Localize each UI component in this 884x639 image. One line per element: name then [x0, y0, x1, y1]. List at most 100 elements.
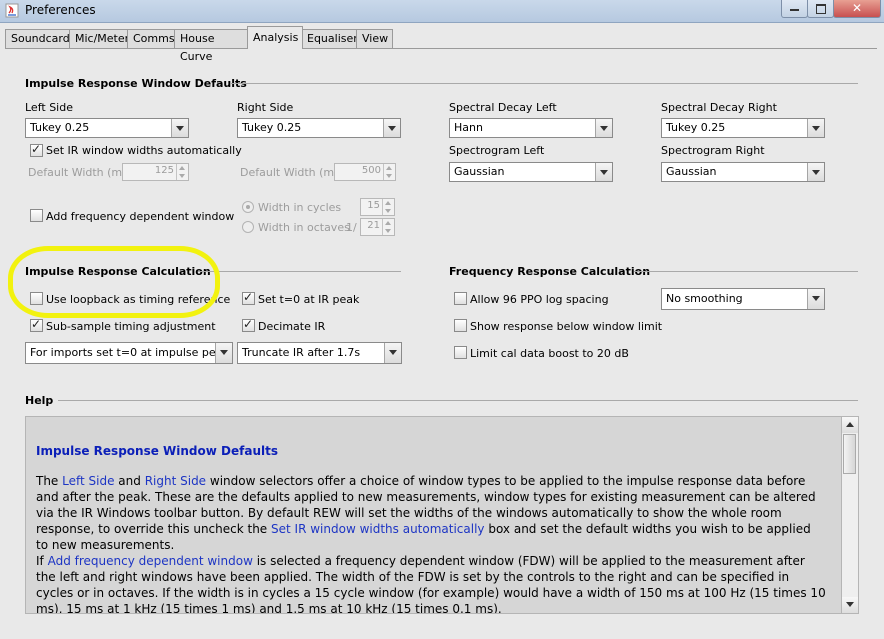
set-t0-checkbox[interactable]: [242, 290, 255, 305]
section-divider: [198, 271, 401, 272]
default-width-right-value: 500: [361, 165, 381, 176]
right-side-link[interactable]: Right Side: [145, 474, 206, 488]
smoothing-combo[interactable]: No smoothing: [661, 288, 825, 310]
tab-house-curve[interactable]: House Curve: [174, 29, 251, 63]
width-cycles-value: 15: [367, 200, 380, 211]
add-fdw-link[interactable]: Add frequency dependent window: [48, 554, 253, 568]
tab-soundcard[interactable]: Soundcard: [5, 29, 71, 48]
help-panel: Impulse Response Window Defaults The Lef…: [25, 416, 843, 614]
tab-view[interactable]: View: [356, 29, 393, 48]
spectral-decay-right-combo[interactable]: Tukey 0.25: [661, 118, 825, 138]
help-text: If: [36, 554, 48, 568]
spinner-arrows-icon: [382, 219, 394, 235]
help-text: and: [114, 474, 145, 488]
chevron-down-icon: [384, 343, 401, 363]
imports-t0-combo[interactable]: For imports set t=0 at impulse peak: [25, 342, 233, 364]
subsample-checkbox[interactable]: [30, 317, 43, 332]
help-heading: Impulse Response Window Defaults: [36, 444, 278, 458]
maximize-button[interactable]: [807, 0, 834, 18]
freq-dependent-label: Add frequency dependent window: [46, 210, 235, 223]
scroll-down-icon[interactable]: [842, 597, 858, 613]
spectral-decay-left-label: Spectral Decay Left: [449, 101, 557, 114]
help-paragraph-1: The Left Side and Right Side window sele…: [36, 473, 826, 553]
width-cycles-label: Width in cycles: [258, 201, 342, 214]
spectral-decay-right-value: Tukey 0.25: [666, 121, 726, 134]
spectral-decay-right-label: Spectral Decay Right: [661, 101, 777, 114]
chevron-down-icon: [595, 119, 612, 137]
set-ir-widths-link[interactable]: Set IR window widths automatically: [271, 522, 485, 536]
truncate-combo[interactable]: Truncate IR after 1.7s: [237, 342, 402, 364]
freq-dependent-checkbox[interactable]: [30, 209, 43, 222]
ir-window-section-title: Impulse Response Window Defaults: [25, 77, 247, 90]
help-paragraph-2: If Add frequency dependent window is sel…: [36, 553, 826, 613]
spectrogram-left-combo[interactable]: Gaussian: [449, 162, 613, 182]
width-cycles-radio[interactable]: [242, 201, 254, 213]
right-side-value: Tukey 0.25: [242, 121, 302, 134]
tab-comms[interactable]: Comms: [127, 29, 176, 48]
width-cycles-spinner[interactable]: 15: [360, 198, 395, 216]
chevron-down-icon: [807, 289, 824, 309]
java-app-icon: [5, 3, 19, 18]
chevron-down-icon: [383, 119, 400, 137]
set-auto-checkbox[interactable]: [30, 142, 43, 157]
allow96-checkbox[interactable]: [454, 292, 467, 305]
close-button[interactable]: ✕: [833, 0, 881, 18]
spectrogram-right-combo[interactable]: Gaussian: [661, 162, 825, 182]
scroll-up-icon[interactable]: [842, 417, 858, 433]
help-text: The: [36, 474, 63, 488]
window-title: Preferences: [25, 3, 96, 17]
title-bar: Preferences ✕: [0, 0, 884, 23]
spectrogram-right-value: Gaussian: [666, 165, 717, 178]
help-section-title: Help: [25, 394, 54, 407]
help-scrollbar[interactable]: [841, 416, 859, 614]
default-width-left-value: 125: [154, 165, 174, 176]
fr-calc-section-title: Frequency Response Calculation: [449, 265, 651, 278]
highlight-annotation: [8, 246, 220, 318]
chevron-down-icon: [171, 119, 188, 137]
limit-cal-checkbox[interactable]: [454, 346, 467, 359]
width-octaves-value: 21: [367, 220, 380, 231]
show-below-checkbox[interactable]: [454, 319, 467, 332]
width-octaves-spinner[interactable]: 21: [360, 218, 395, 236]
default-width-right-spinner[interactable]: 500: [334, 163, 396, 181]
decimate-label: Decimate IR: [258, 320, 326, 333]
default-width-left-spinner[interactable]: 125: [122, 163, 189, 181]
scroll-thumb[interactable]: [843, 434, 856, 474]
width-octaves-label: Width in octaves: [258, 221, 350, 234]
section-divider: [230, 83, 858, 84]
spectral-decay-left-value: Hann: [454, 121, 483, 134]
left-side-value: Tukey 0.25: [30, 121, 90, 134]
imports-t0-value: For imports set t=0 at impulse peak: [30, 346, 229, 359]
right-side-combo[interactable]: Tukey 0.25: [237, 118, 401, 138]
spinner-arrows-icon: [382, 199, 394, 215]
spectral-decay-left-combo[interactable]: Hann: [449, 118, 613, 138]
width-octaves-radio[interactable]: [242, 221, 254, 233]
maximize-icon: [816, 4, 826, 14]
left-side-link[interactable]: Left Side: [62, 474, 114, 488]
minimize-button[interactable]: [781, 0, 808, 18]
right-side-label: Right Side: [237, 101, 294, 114]
set-auto-label: Set IR window widths automatically: [46, 144, 242, 157]
tab-baseline: [5, 48, 877, 49]
default-width-right-label: Default Width (ms): [240, 166, 345, 179]
limit-cal-label: Limit cal data boost to 20 dB: [470, 347, 629, 360]
chevron-down-icon: [807, 163, 824, 181]
close-icon: ✕: [851, 1, 863, 15]
width-octaves-prefix: 1/: [346, 221, 357, 234]
chevron-down-icon: [807, 119, 824, 137]
chevron-down-icon: [215, 343, 232, 363]
set-t0-label: Set t=0 at IR peak: [258, 293, 360, 306]
spinner-arrows-icon: [383, 164, 395, 180]
left-side-combo[interactable]: Tukey 0.25: [25, 118, 189, 138]
minimize-icon: [790, 9, 799, 11]
tab-equaliser[interactable]: Equaliser: [301, 29, 359, 48]
default-width-left-label: Default Width (ms): [28, 166, 133, 179]
smoothing-value: No smoothing: [666, 292, 743, 305]
tab-mic-meter[interactable]: Mic/Meter: [69, 29, 133, 48]
tab-analysis[interactable]: Analysis: [247, 26, 303, 49]
truncate-value: Truncate IR after 1.7s: [242, 346, 361, 359]
decimate-checkbox[interactable]: [242, 317, 255, 332]
spectrogram-right-label: Spectrogram Right: [661, 144, 765, 157]
spectrogram-left-label: Spectrogram Left: [449, 144, 545, 157]
section-divider: [634, 271, 858, 272]
